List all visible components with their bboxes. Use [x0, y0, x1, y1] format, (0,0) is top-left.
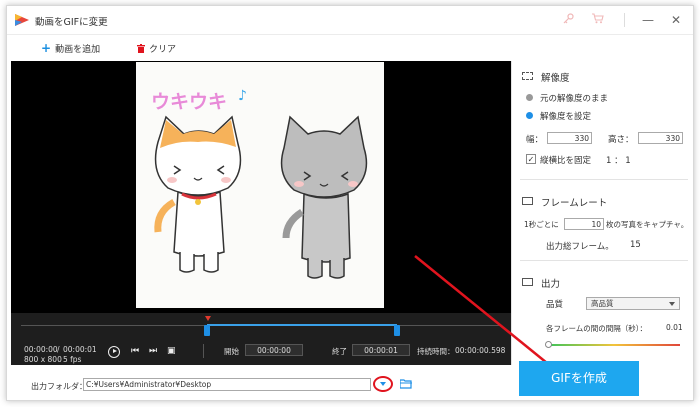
annotation-arrow: [414, 255, 569, 381]
create-gif-button[interactable]: GIFを作成: [519, 361, 639, 396]
main-window: 動画をGIFに変更 — ✕ + 動画を追加 クリア ウキウキ ♪ 00:00:0…: [6, 5, 694, 401]
